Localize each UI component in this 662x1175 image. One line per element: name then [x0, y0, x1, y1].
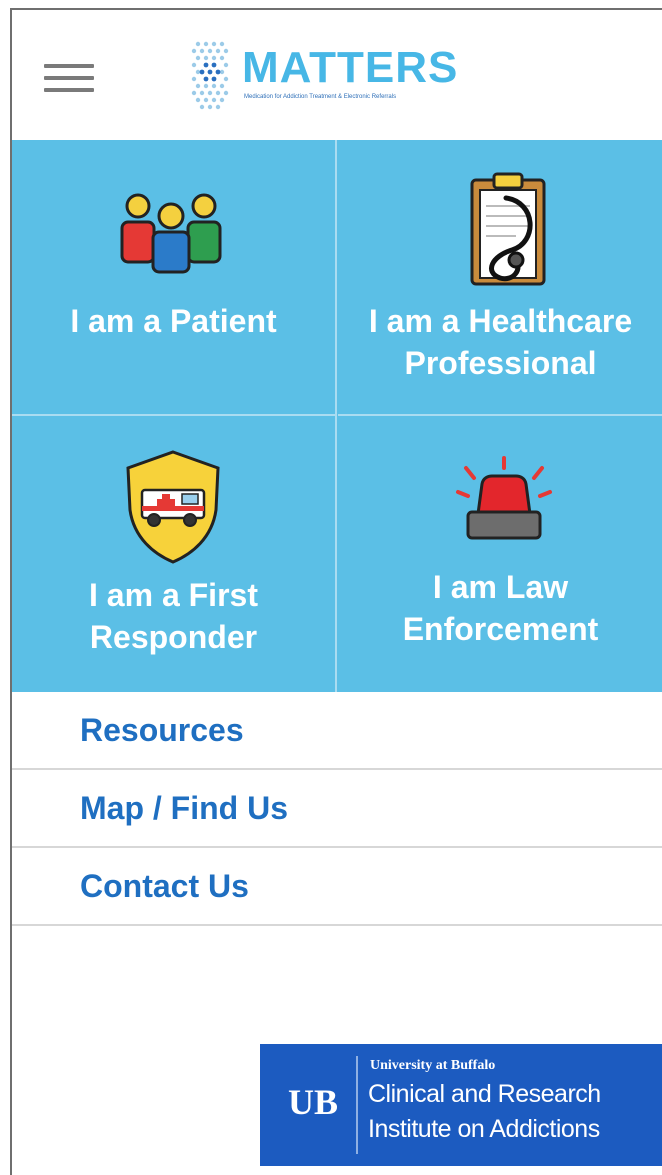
badge-divider	[356, 1056, 358, 1154]
people-group-icon	[120, 193, 222, 274]
patient-tile[interactable]: I am a Patient	[12, 140, 337, 416]
healthcare-tile-label-line2: Professional	[404, 345, 597, 381]
badge-line-2: Institute on Addictions	[368, 1115, 600, 1143]
ub-institute-badge[interactable]: UB University at Buffalo Clinical and Re…	[260, 1044, 662, 1166]
app-frame: MATTERS Medication for Addiction Treatme…	[10, 8, 662, 1175]
healthcare-tile-label-line1: I am a Healthcare	[368, 303, 633, 339]
badge-line-1: Clinical and Research	[368, 1080, 601, 1108]
first-responder-tile[interactable]: I am a First Responder	[12, 416, 337, 692]
resources-link[interactable]: Resources	[12, 692, 662, 770]
app-header: MATTERS Medication for Addiction Treatme…	[12, 10, 662, 140]
first-responder-tile-label-line2: Responder	[89, 619, 258, 655]
contact-us-link-label: Contact Us	[80, 868, 249, 904]
resources-link-label: Resources	[80, 712, 244, 748]
badge-university: University at Buffalo	[370, 1058, 496, 1073]
patient-tile-label: I am a Patient	[70, 303, 277, 339]
map-find-us-link-label: Map / Find Us	[80, 790, 288, 826]
logo-title: MATTERS	[242, 43, 459, 92]
law-enforcement-tile-label-line2: Enforcement	[402, 611, 599, 647]
logo-tagline: Medication for Addiction Treatment & Ele…	[244, 94, 397, 100]
nav-links: Resources Map / Find Us Contact Us	[12, 692, 662, 926]
ub-logo-icon: UB	[288, 1082, 338, 1122]
map-find-us-link[interactable]: Map / Find Us	[12, 770, 662, 848]
ambulance-shield-icon	[126, 450, 220, 564]
police-siren-icon	[456, 456, 552, 540]
matters-logo[interactable]: MATTERS Medication for Addiction Treatme…	[190, 38, 457, 118]
law-enforcement-tile-label-line1: I am Law	[432, 569, 569, 605]
hamburger-menu-icon[interactable]	[44, 64, 94, 96]
role-grid: I am a Patient I am a Healthcare Profess…	[12, 140, 662, 692]
law-enforcement-tile[interactable]: I am Law Enforcement	[338, 416, 662, 692]
clipboard-stethoscope-icon	[470, 172, 546, 286]
first-responder-tile-label-line1: I am a First	[89, 577, 258, 613]
hexagon-dots-icon	[191, 41, 229, 110]
ub-logo-text: UB	[288, 1082, 338, 1122]
healthcare-professional-tile[interactable]: I am a Healthcare Professional	[338, 140, 662, 416]
contact-us-link[interactable]: Contact Us	[12, 848, 662, 926]
